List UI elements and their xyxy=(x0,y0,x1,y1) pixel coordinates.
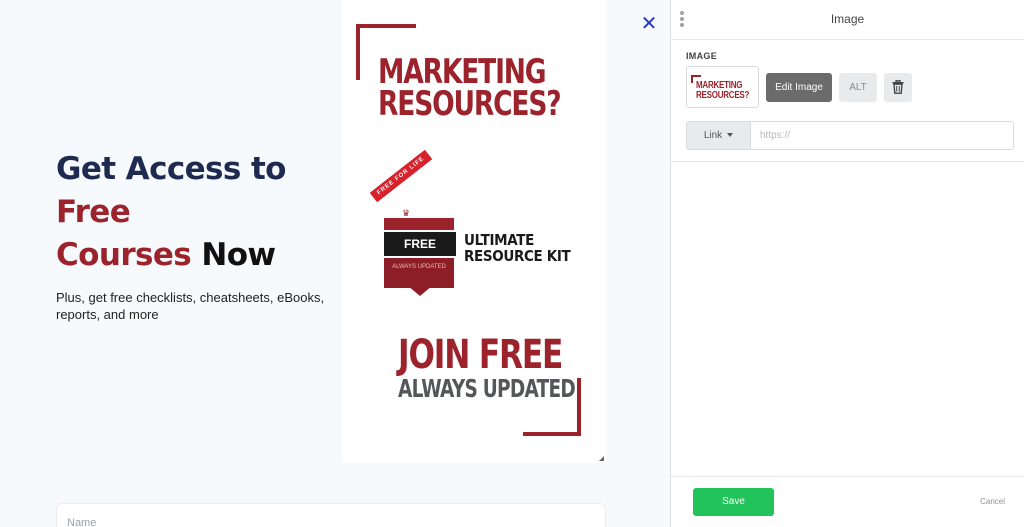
panel-divider xyxy=(671,161,1024,162)
hero-title[interactable]: Get Access to Free Courses Now xyxy=(56,148,336,277)
hero-title-line-3-now: Now xyxy=(201,237,276,273)
thumbnail-text: MARKETING RESOURCES? xyxy=(696,81,749,101)
promo-headline-line-2: RESOURCES? xyxy=(378,84,562,124)
edit-image-button[interactable]: Edit Image xyxy=(766,73,832,102)
hero-title-line-1: Get Access to xyxy=(56,151,286,187)
promo-image[interactable]: MARKETING RESOURCES? FREE FOR LIFE ♛ FRE… xyxy=(342,0,607,463)
resource-kit-badge: FREE ALWAYS UPDATED xyxy=(384,218,456,296)
resource-kit-title-line-1: ULTIMATE xyxy=(464,231,534,249)
corner-decoration-bottom-horizontal xyxy=(523,432,581,436)
corner-decoration-bottom-vertical xyxy=(577,378,581,436)
free-for-life-ribbon: FREE FOR LIFE xyxy=(369,149,433,203)
alt-text-button[interactable]: ALT xyxy=(839,73,877,102)
name-field-placeholder: Name xyxy=(67,517,97,527)
delete-image-button[interactable] xyxy=(884,73,912,102)
hero-title-line-2: Free xyxy=(56,194,131,230)
thumbnail-text-line-2: RESOURCES? xyxy=(696,90,750,101)
image-settings-panel: Image IMAGE MARKETING RESOURCES? Edit Im… xyxy=(670,0,1024,527)
cancel-button[interactable]: Cancel xyxy=(980,497,1005,506)
badge-always-updated: ALWAYS UPDATED xyxy=(384,258,454,288)
name-field[interactable]: Name xyxy=(56,503,606,527)
always-updated-text: ALWAYS UPDATED xyxy=(398,374,576,403)
resource-kit-title: ULTIMATE RESOURCE KIT xyxy=(464,231,571,265)
corner-decoration-top-vertical xyxy=(356,24,360,80)
link-type-dropdown[interactable]: Link xyxy=(686,121,751,150)
hero-section: Get Access to Free Courses Now Plus, get… xyxy=(56,148,336,323)
resource-kit-title-line-2: RESOURCE KIT xyxy=(464,247,571,265)
close-icon[interactable]: ✕ xyxy=(640,14,658,34)
corner-decoration-top-horizontal xyxy=(356,24,416,28)
badge-tip xyxy=(408,286,432,296)
panel-header: Image xyxy=(671,0,1024,40)
resize-handle-icon[interactable] xyxy=(599,456,604,461)
join-free-text: JOIN FREE xyxy=(398,332,563,378)
save-button[interactable]: Save xyxy=(693,488,774,516)
badge-top-bar xyxy=(384,218,454,230)
trash-icon xyxy=(892,80,904,94)
image-section-label: IMAGE xyxy=(686,51,718,61)
hero-title-line-3-courses: Courses xyxy=(56,237,192,273)
link-type-label: Link xyxy=(703,130,723,141)
chevron-down-icon xyxy=(727,133,734,138)
promo-headline: MARKETING RESOURCES? xyxy=(378,55,562,124)
link-row: Link xyxy=(686,121,1014,150)
badge-free-label: FREE xyxy=(384,232,456,256)
panel-title: Image xyxy=(830,12,865,26)
panel-footer: Save Cancel xyxy=(671,476,1024,527)
link-url-input[interactable] xyxy=(751,121,1014,150)
hero-subtitle[interactable]: Plus, get free checklists, cheatsheets, … xyxy=(56,289,326,323)
editor-canvas: Get Access to Free Courses Now Plus, get… xyxy=(0,0,670,527)
image-thumbnail[interactable]: MARKETING RESOURCES? xyxy=(686,66,759,108)
thumbnail-corner-v xyxy=(691,75,693,83)
